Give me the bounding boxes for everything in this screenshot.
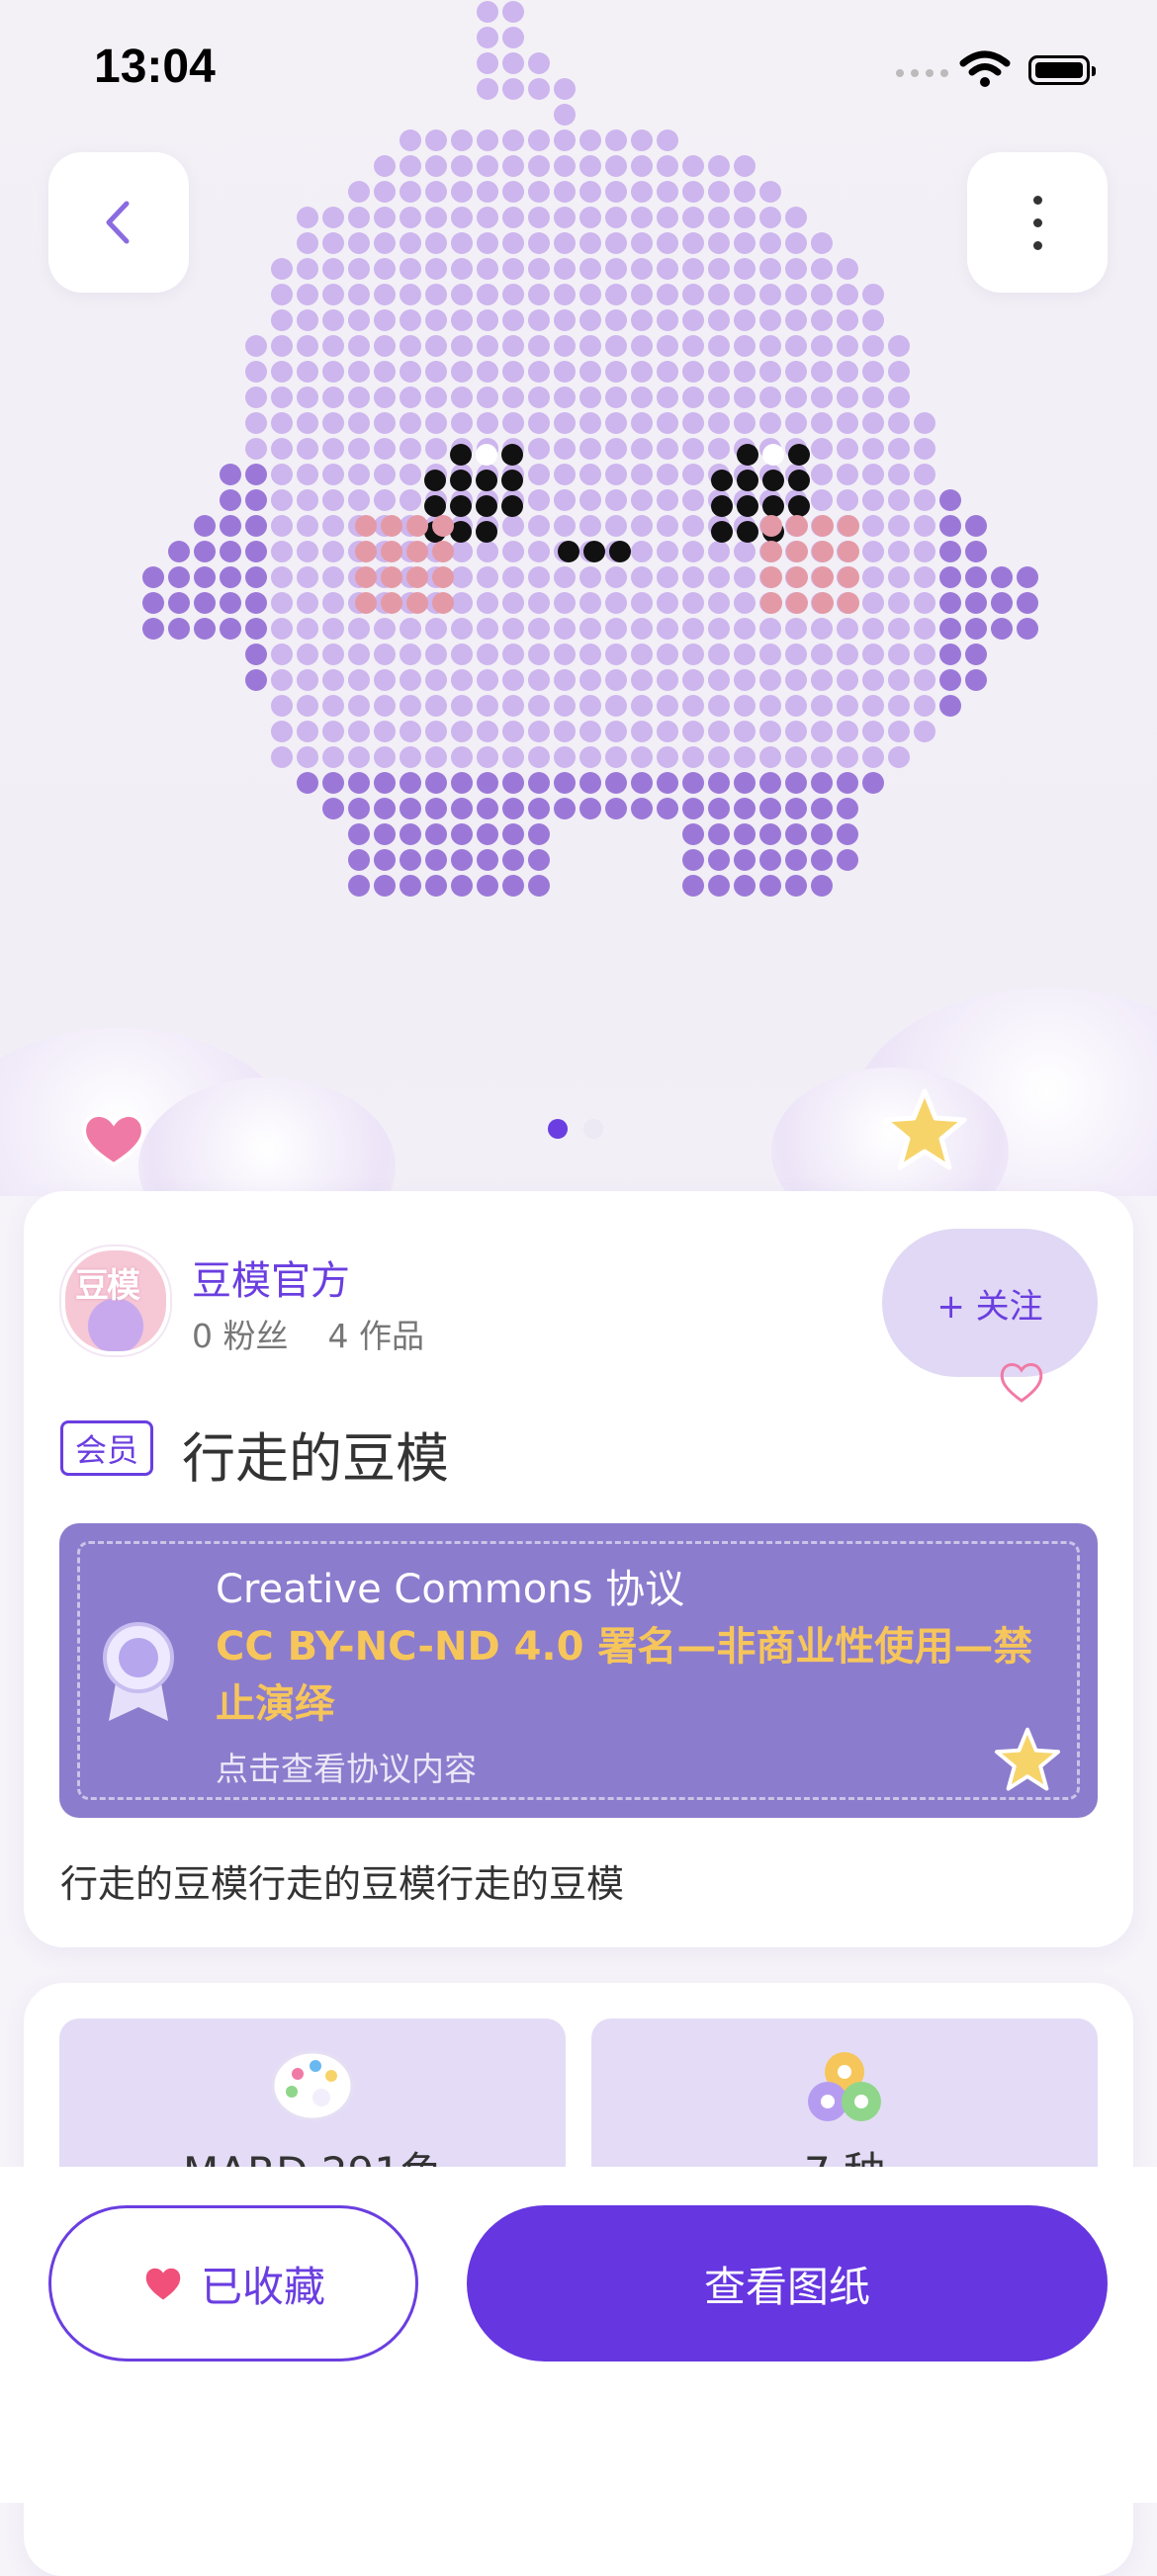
more-button[interactable] — [967, 152, 1108, 293]
avatar-text: 豆模 — [75, 1266, 140, 1306]
more-icon — [1032, 195, 1042, 250]
works-count: 4 作品 — [327, 1317, 425, 1355]
favorite-label: 已收藏 — [200, 2262, 325, 2311]
status-bar: 13:04 — [0, 0, 1157, 148]
avatar[interactable]: 豆模 — [61, 1246, 170, 1355]
star-icon — [994, 1727, 1061, 1791]
license-hint: 点击查看协议内容 — [216, 1750, 477, 1788]
medal-icon — [103, 1622, 174, 1721]
author-name[interactable]: 豆模官方 — [192, 1248, 350, 1306]
heart-outline-icon — [1000, 1363, 1043, 1403]
wifi-icon — [959, 50, 1011, 87]
license-name: Creative Commons 协议 — [216, 1567, 685, 1612]
author-stats: 0 粉丝 4 作品 — [192, 1310, 424, 1357]
heart-icon — [145, 2268, 181, 2300]
back-button[interactable] — [48, 152, 189, 293]
license-description: CC BY-NC-ND 4.0 署名—非商业性使用—禁止演绎 — [216, 1624, 1033, 1727]
pager-dot-active[interactable] — [548, 1119, 568, 1139]
design-description: 行走的豆模行走的豆模行走的豆模 — [60, 1862, 625, 1906]
beads-icon — [808, 2052, 881, 2121]
battery-icon — [1028, 55, 1096, 85]
cellular-signal-icon — [896, 69, 948, 77]
favorite-button[interactable]: 已收藏 — [48, 2205, 418, 2361]
view-pattern-button[interactable]: 查看图纸 — [467, 2205, 1108, 2361]
fans-count: 0 粉丝 — [192, 1317, 289, 1355]
star-icon — [882, 1088, 967, 1170]
design-info-card: 豆模 豆模官方 0 粉丝 4 作品 + 关注 会员 行走的豆模 Creative … — [24, 1191, 1133, 1947]
chevron-left-icon — [106, 201, 130, 244]
design-title: 行走的豆模 — [182, 1427, 449, 1490]
heart-icon — [82, 1113, 145, 1167]
palette-icon — [271, 2050, 354, 2121]
status-time: 13:04 — [94, 41, 216, 93]
bottom-action-bar: 已收藏 查看图纸 — [0, 2167, 1157, 2503]
member-badge: 会员 — [60, 1420, 153, 1476]
image-pager[interactable] — [548, 1119, 603, 1139]
license-banner[interactable]: Creative Commons 协议 CC BY-NC-ND 4.0 署名—非… — [59, 1523, 1098, 1818]
follow-button[interactable]: + 关注 — [882, 1229, 1098, 1377]
pager-dot[interactable] — [583, 1119, 603, 1139]
